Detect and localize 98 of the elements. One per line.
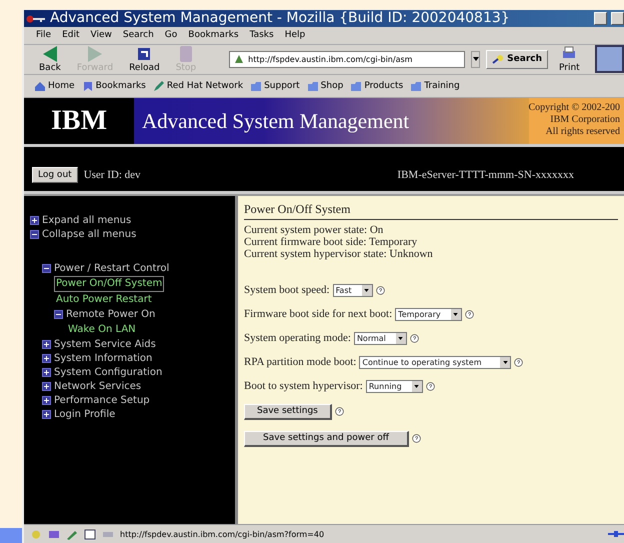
caret-icon [502,360,508,364]
menu-group[interactable]: Login Profile [54,408,116,422]
caret-icon [364,288,370,292]
minus-box-icon[interactable] [42,264,51,273]
plus-box-icon[interactable] [30,216,39,225]
help-icon[interactable] [412,434,421,443]
mail-icon[interactable] [48,528,60,540]
status-line: Current system power state: On [244,224,384,236]
bookmark-item[interactable]: Training [410,80,460,92]
toolbar-button[interactable]: Reload [124,45,165,74]
menu-group[interactable]: Power / Restart Control [54,262,170,276]
key-icon [26,14,46,24]
status-url: http://fspdev.austin.ibm.com/cgi-bin/asm?form=40 [120,530,326,539]
desktop-panel [0,528,22,543]
menu-item[interactable]: Edit [62,30,80,40]
help-icon[interactable] [514,358,524,366]
folder-icon [410,80,422,92]
home-icon [34,80,46,92]
field-label: Firmware boot side for next boot: [244,308,392,320]
help-icon[interactable] [376,286,385,294]
field-label: System operating mode: [244,332,351,344]
status-line: Current system hypervisor state: Unknown [244,248,434,260]
menu-item[interactable]: File [36,30,52,40]
field-label: Boot to system hypervisor: [244,380,363,392]
caret-icon [398,336,404,340]
select-field[interactable]: Continue to operating system [359,356,512,368]
minimize-button[interactable] [594,12,607,25]
save-button[interactable]: Save settings [244,404,332,420]
plus-box-icon[interactable] [42,410,51,419]
select-field[interactable]: Fast [332,284,373,296]
menu-link[interactable]: Wake On LAN [66,322,138,338]
connection-icon [608,530,624,538]
toolbar-button[interactable]: Back [34,45,66,74]
plus-box-icon[interactable] [42,368,51,377]
status-line: Current firmware boot side: Temporary [244,236,418,248]
menu-action[interactable]: Expand all menus [42,214,132,228]
minus-box-icon[interactable] [30,230,39,239]
print-button[interactable]: Print [554,45,585,74]
help-icon[interactable] [464,310,474,318]
menu-item[interactable]: Search [122,30,154,40]
menu-group[interactable]: Remote Power On [66,308,156,322]
menu-group[interactable]: Network Services [54,380,142,394]
plus-box-icon[interactable] [42,396,51,405]
page-icon [234,54,244,64]
select-field[interactable]: Running [366,380,423,392]
help-icon[interactable] [410,334,419,342]
menu-item[interactable]: View [90,30,112,40]
menu-group[interactable]: System Service Aids [54,338,156,352]
menu-link[interactable]: Auto Power Restart [54,292,154,308]
caret-icon [414,384,420,388]
select-field[interactable]: Normal [354,332,407,344]
page-heading: Power On/Off System [244,202,618,220]
menu-group[interactable]: System Information [54,352,152,366]
dropdown-button[interactable] [470,50,480,68]
plus-box-icon[interactable] [42,382,51,391]
field-label: RPA partition mode boot: [244,356,356,368]
window-title: Advanced System Management - Mozilla {Build ID: 2002040813} [50,10,511,27]
menu-item[interactable]: Bookmarks [188,30,239,40]
bookmark-item[interactable]: Home [34,80,75,92]
search-button[interactable]: Search [486,50,548,69]
bookmark-item[interactable]: Support [250,80,300,92]
folder-icon [250,80,262,92]
menu-item[interactable]: Tasks [250,30,274,40]
pen-icon [152,80,165,92]
app-title: Advanced System Management [141,108,410,134]
menu-group[interactable]: System Configuration [54,366,162,380]
save-button[interactable]: Save settings and power off [244,430,409,446]
caret-icon [453,312,458,316]
minus-box-icon[interactable] [54,310,63,319]
bookmarks-icon [82,80,94,92]
bookmark-item[interactable]: Shop [306,80,344,92]
user-id: User ID: dev [84,168,141,181]
folder-icon [350,80,362,92]
maximize-button[interactable] [611,12,624,25]
select-field[interactable]: Temporary [395,308,462,320]
caret-icon [472,57,479,62]
help-icon[interactable] [426,382,435,390]
bookmark-item[interactable]: Products [350,80,404,92]
pen-icon[interactable] [66,528,78,540]
plus-box-icon[interactable] [42,340,51,349]
address-book-icon[interactable] [84,528,96,540]
logout-button[interactable]: Log out [32,166,78,183]
logo: IBM [51,105,107,138]
folder-icon [306,80,319,92]
menu-action[interactable]: Collapse all menus [42,228,136,242]
server-name: IBM-eServer-TTTT-mmm-SN-xxxxxxx [397,168,574,181]
bookmark-item[interactable]: Bookmarks [82,80,146,92]
menu-group[interactable]: Performance Setup [54,394,150,408]
menu-link[interactable]: Power On/Off System [54,276,164,292]
search-icon [492,54,504,64]
bookmark-item[interactable]: Red Hat Network [152,80,244,92]
help-icon[interactable] [334,407,344,416]
address-field[interactable]: http://fspdev.austin.ibm.com/cgi-bin/asm [229,50,465,68]
menu-item[interactable]: Go [164,30,178,40]
menu-item[interactable]: Help [284,30,306,40]
back-icon [40,45,59,64]
field-label: System boot speed: [244,284,330,296]
plus-box-icon[interactable] [42,354,51,363]
